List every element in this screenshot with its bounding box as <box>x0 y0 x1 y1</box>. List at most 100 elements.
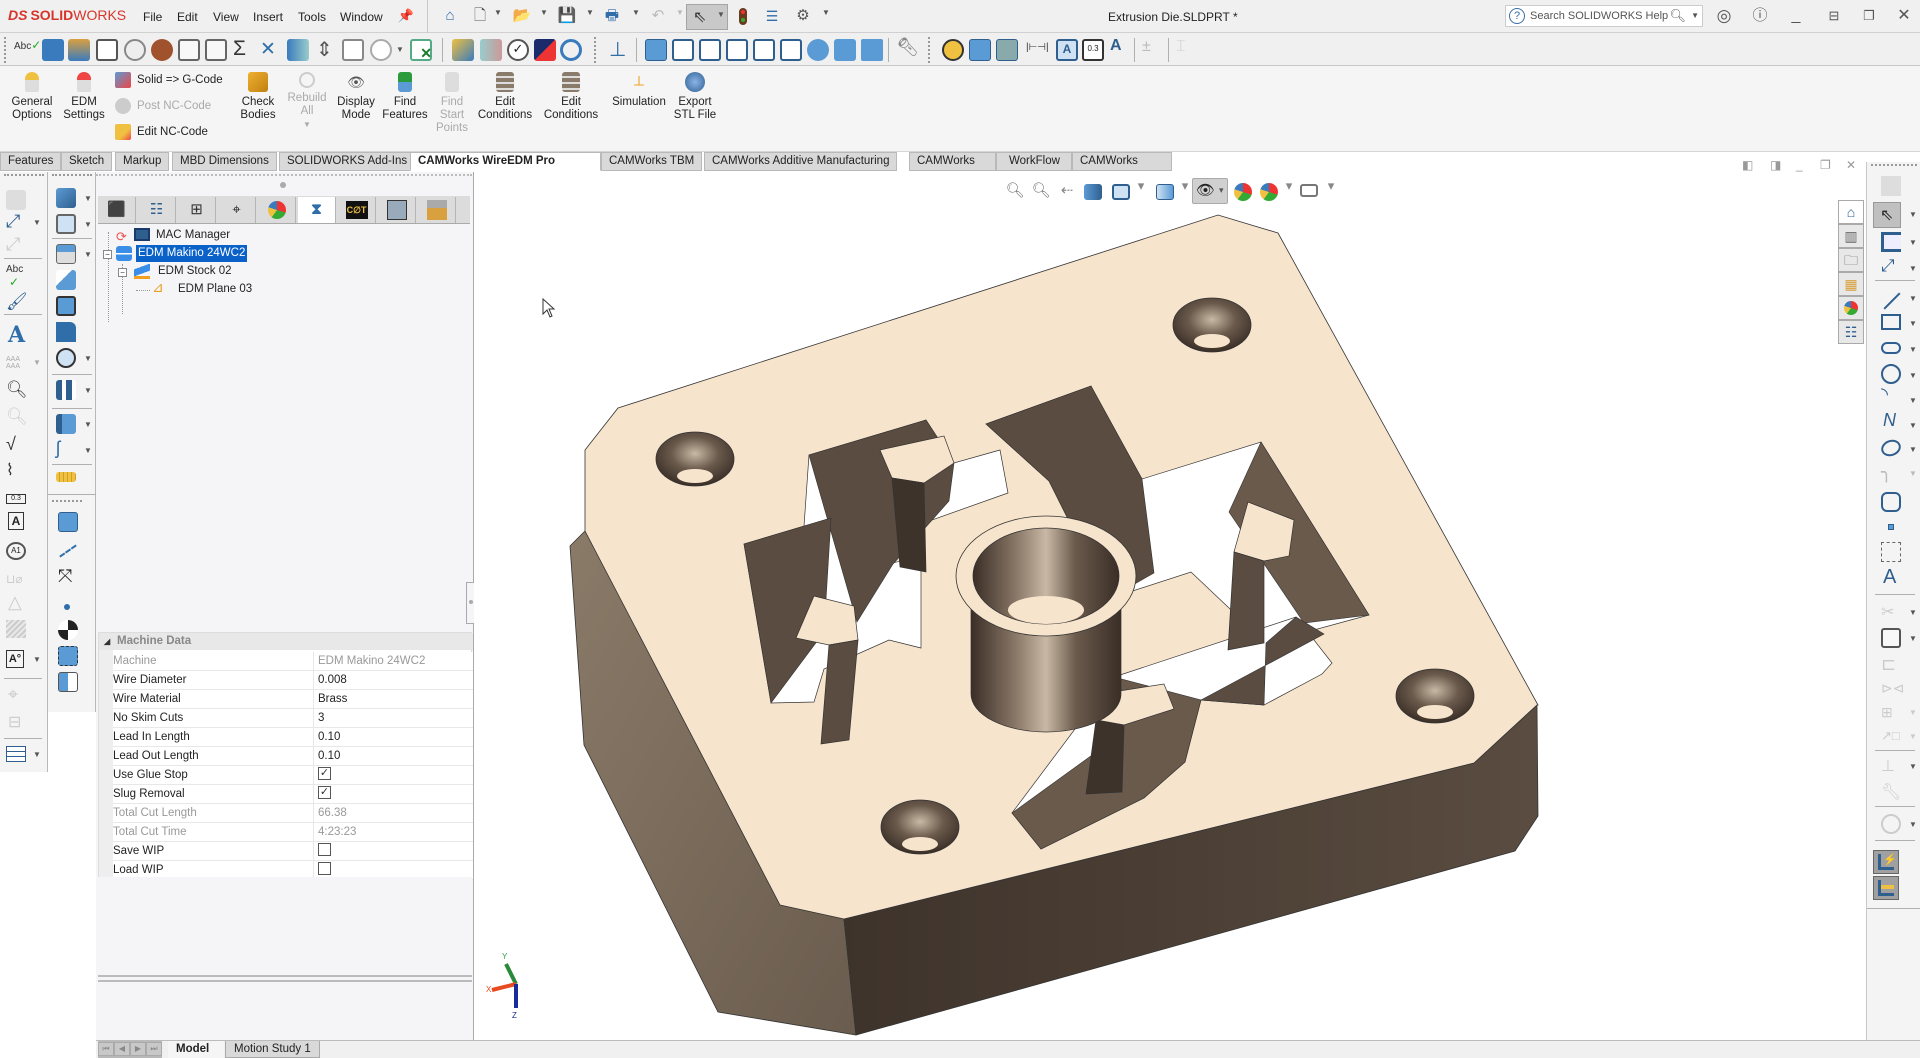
note-icon[interactable]: A <box>1056 39 1078 61</box>
collapse-toggle[interactable]: − <box>118 268 127 277</box>
chevron-down-icon[interactable]: ▼ <box>632 8 640 17</box>
home-icon[interactable]: ⌂ <box>440 6 460 26</box>
check-circle-icon[interactable]: ✓ <box>507 39 529 61</box>
coordinate-system-icon[interactable]: ⤧ <box>58 566 72 587</box>
repair-sketch-icon[interactable]: 🔧︎ <box>1881 782 1901 802</box>
display-mode-button[interactable]: 👁︎ Display Mode <box>334 72 378 122</box>
tree-item-mac-manager[interactable]: MAC Manager <box>156 227 230 244</box>
compare-icon[interactable]: ⇕ <box>316 37 333 62</box>
intersect-icon[interactable]: ✕ <box>260 38 276 61</box>
area-hatch-icon[interactable] <box>6 620 26 638</box>
curvature-icon[interactable] <box>452 39 474 61</box>
view-front-icon[interactable] <box>645 39 667 61</box>
close-button[interactable]: ✕ <box>1890 5 1918 27</box>
custom-properties-tab[interactable]: ☷ <box>1838 320 1864 344</box>
edm-settings-button[interactable]: EDM Settings <box>62 72 106 122</box>
block-icon[interactable]: A° <box>6 650 24 668</box>
edit-nc-code-button[interactable]: Edit NC-Code <box>115 124 208 140</box>
check-icon[interactable] <box>205 39 227 61</box>
edit-conditions-button[interactable]: Edit Conditions <box>476 72 534 122</box>
save-wip-checkbox[interactable] <box>318 843 331 857</box>
symmetry-icon[interactable] <box>560 39 582 61</box>
graphics-area[interactable]: 🔍︎ 🔍︎ ⇠ ▾ ▾ 👁︎ ▾ ▾ ▾ ◧ ◨ _ ❐ ✕ Y X Z <box>474 158 1856 1040</box>
quick-snaps-icon[interactable] <box>1881 814 1901 834</box>
performance-evaluation-icon[interactable] <box>124 39 146 61</box>
menu-file[interactable]: File <box>143 10 162 24</box>
tab-motion-study-1[interactable]: Motion Study 1 <box>225 1041 320 1058</box>
refresh-icon[interactable]: ⟳ <box>116 229 132 244</box>
feature-manager-tab[interactable]: ⬛ <box>98 197 136 223</box>
gear-icon[interactable]: ⚙ <box>793 6 813 26</box>
next-doc-icon[interactable]: ◨ <box>1770 158 1781 172</box>
view-dimetric-icon[interactable] <box>861 39 883 61</box>
solidworks-logo[interactable]: DS SOLIDWORKS <box>8 7 126 23</box>
camworks-edm-tab[interactable]: ⧗ <box>298 197 336 223</box>
view-back-icon[interactable] <box>672 39 694 61</box>
panel-resize-handle[interactable] <box>280 182 286 188</box>
rapid-sketch-button[interactable]: ⚡ <box>1873 850 1899 874</box>
smart-dimension-icon[interactable] <box>942 39 964 61</box>
slug-removal-checkbox[interactable]: ✓ <box>318 786 331 800</box>
post-nc-code-button[interactable]: Post NC-Code <box>115 98 211 114</box>
tab-camworks-wireedm-pro[interactable]: CAMWorks WireEDM Pro <box>410 152 601 171</box>
flashlight-icon[interactable]: 🔦︎ <box>896 37 919 58</box>
edit-conditions-button-2[interactable]: Edit Conditions <box>542 72 600 122</box>
last-tab-button[interactable]: ⏭ <box>146 1042 162 1056</box>
tree-item-edm-plane[interactable]: EDM Plane 03 <box>178 281 252 298</box>
show-annotations-icon[interactable]: ± <box>1142 38 1151 56</box>
section-properties-icon[interactable] <box>96 39 118 61</box>
undercut-icon[interactable] <box>534 39 556 61</box>
thickness-analysis-icon[interactable] <box>480 39 502 61</box>
timer-icon[interactable] <box>151 39 173 61</box>
slot-icon[interactable] <box>1881 342 1901 354</box>
datum-dimension-icon[interactable] <box>996 39 1018 61</box>
restore-button[interactable]: ❐ <box>1855 5 1883 27</box>
tab-camworks-2[interactable]: CAMWorks <box>1072 152 1172 171</box>
normal-to-icon[interactable]: ⊥ <box>609 37 626 62</box>
machine-tab[interactable] <box>378 197 416 223</box>
centerline-icon[interactable]: ⊟ <box>8 712 21 732</box>
dimension-disabled-icon[interactable]: ⤢ <box>6 234 20 255</box>
collapse-toggle[interactable]: − <box>103 250 112 259</box>
display-manager-tab[interactable] <box>258 197 296 223</box>
display-relations-icon[interactable]: ⊥ <box>1881 756 1895 776</box>
linear-pattern-icon[interactable] <box>56 380 76 400</box>
surface-finish-icon[interactable]: √ <box>6 434 16 455</box>
smart-dimension-icon[interactable]: ⤢ <box>6 211 20 232</box>
tab-markup[interactable]: Markup <box>115 152 170 171</box>
convert-entities-icon[interactable] <box>1881 628 1901 648</box>
spell-check-icon[interactable]: Abc✓ <box>14 38 41 52</box>
chevron-down-icon[interactable]: ▼ <box>586 8 594 17</box>
menu-edit[interactable]: Edit <box>177 10 198 24</box>
view-trimetric-icon[interactable] <box>834 39 856 61</box>
property-row-lead-out-length[interactable]: Lead Out Length 0.10 <box>113 747 473 766</box>
chevron-down-icon[interactable]: ▼ <box>494 8 502 17</box>
reference-plane-icon[interactable] <box>58 512 78 532</box>
tab-camworks-additive[interactable]: CAMWorks Additive Manufacturing <box>704 152 898 171</box>
extruded-cut-icon[interactable] <box>56 214 76 234</box>
file-properties-icon[interactable]: ☰ <box>762 6 782 26</box>
chevron-down-icon[interactable]: ▼ <box>676 8 684 17</box>
property-row-wire-material[interactable]: Wire Material Brass <box>113 690 473 709</box>
panel-splitter[interactable] <box>466 582 474 624</box>
chevron-down-icon[interactable]: ▼ <box>822 8 830 17</box>
menu-insert[interactable]: Insert <box>253 10 283 24</box>
trim-icon[interactable]: ✂ <box>1881 602 1894 622</box>
view-left-icon[interactable] <box>699 39 721 61</box>
menu-view[interactable]: View <box>213 10 239 24</box>
reference-axis-icon[interactable] <box>59 544 77 558</box>
compare-documents-icon[interactable] <box>342 39 364 61</box>
tab-mbd-dimensions[interactable]: MBD Dimensions <box>172 152 277 171</box>
save-icon[interactable]: 💾 <box>557 6 577 26</box>
center-of-mass-icon[interactable] <box>58 620 78 640</box>
bounding-box-icon[interactable] <box>58 646 78 666</box>
doc-minimize-button[interactable]: _ <box>1796 158 1803 172</box>
circle-icon[interactable] <box>1881 364 1901 384</box>
rectangle-icon[interactable] <box>1881 314 1901 330</box>
construction-geometry-icon[interactable] <box>1881 542 1901 562</box>
mirror-icon[interactable] <box>56 414 76 434</box>
polygon-icon[interactable] <box>1881 492 1901 512</box>
property-row-no-skim-cuts[interactable]: No Skim Cuts 3 <box>113 709 473 728</box>
help-icon[interactable]: ⓘ <box>1746 5 1774 27</box>
fillet-icon[interactable] <box>56 244 76 264</box>
